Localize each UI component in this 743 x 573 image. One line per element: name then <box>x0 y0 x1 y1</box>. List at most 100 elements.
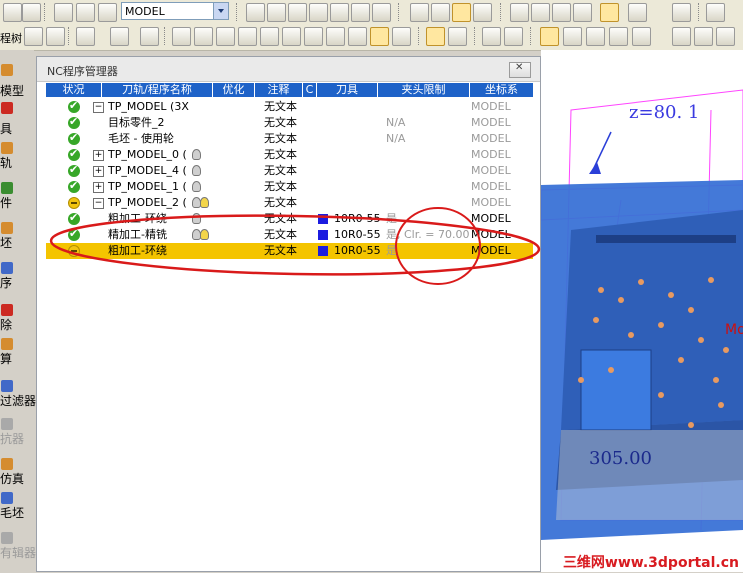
settings-icon[interactable] <box>716 27 735 46</box>
col-name[interactable]: 刀轨/程序名称 <box>102 83 213 97</box>
col-coord[interactable]: 坐标系 <box>470 83 533 97</box>
coord-cell: MODEL <box>471 244 511 257</box>
section-icon[interactable] <box>672 3 691 22</box>
arrow-icon[interactable] <box>482 27 501 46</box>
select-icon[interactable] <box>76 27 95 46</box>
program-icon[interactable] <box>540 27 559 46</box>
path-6-icon[interactable] <box>370 27 389 46</box>
program-row[interactable]: + TP_MODEL_0 (无文本 MODEL <box>46 147 533 163</box>
open-icon[interactable] <box>3 3 22 22</box>
path-4-icon[interactable] <box>326 27 345 46</box>
box-icon[interactable] <box>600 3 619 22</box>
resource-item-compute[interactable]: 算 <box>0 338 34 378</box>
view-top-icon[interactable] <box>288 3 307 22</box>
view-bottom-icon[interactable] <box>372 3 391 22</box>
verify-icon[interactable] <box>194 27 213 46</box>
resource-item-model[interactable]: 模型 <box>0 64 34 104</box>
resource-item-filter[interactable]: 过滤器 <box>0 380 36 420</box>
program-row[interactable]: 毛坯 - 使用轮 无文本 N/A MODEL <box>46 131 533 147</box>
col-status[interactable]: 状况 <box>46 83 102 97</box>
view-left-icon[interactable] <box>330 3 349 22</box>
close-icon[interactable] <box>509 62 531 78</box>
list-icon[interactable] <box>392 27 411 46</box>
hidden-line-icon[interactable] <box>452 3 471 22</box>
col-comment[interactable]: 注释 <box>255 83 303 97</box>
resource-item-tool[interactable]: 具 <box>0 102 34 142</box>
nav-title: NC程序管理器 <box>47 65 118 78</box>
program-row[interactable]: 精加工-精铣 无文本 10R0-55 是, Clr. = 70.00MODEL <box>46 227 533 243</box>
simulate-icon[interactable] <box>238 27 257 46</box>
program-row[interactable]: 粗加工-环绕 无文本 10R0-55 是 MODEL <box>46 211 533 227</box>
view-combo[interactable]: MODEL <box>121 2 229 20</box>
filter-icon[interactable] <box>504 27 523 46</box>
measure-icon[interactable] <box>706 3 725 22</box>
view-iso-icon[interactable] <box>246 3 265 22</box>
path-3-icon[interactable] <box>304 27 323 46</box>
comment-cell: 无文本 <box>264 228 297 241</box>
save-icon[interactable] <box>22 3 41 22</box>
program-row[interactable]: 目标零件_2 无文本 N/A MODEL <box>46 115 533 131</box>
pointer-icon[interactable] <box>110 27 129 46</box>
machine-icon[interactable] <box>563 27 582 46</box>
program-row[interactable]: 粗加工-环绕 无文本 10R0-55 是 MODEL <box>46 243 533 259</box>
layer-icon[interactable] <box>76 3 95 22</box>
zoom-icon[interactable] <box>531 3 550 22</box>
pan-icon[interactable] <box>552 3 571 22</box>
delete-icon[interactable] <box>24 27 43 46</box>
rotate-icon[interactable] <box>573 3 592 22</box>
column-header: 状况 刀轨/程序名称 优化 注释 C 刀具 夹头限制 坐标系 <box>46 83 533 97</box>
info-icon[interactable] <box>632 27 651 46</box>
edge-icon[interactable] <box>473 3 492 22</box>
col-clamp[interactable]: 夹头限制 <box>378 83 470 97</box>
toolbar-separator <box>164 27 167 45</box>
cut-icon[interactable] <box>46 27 65 46</box>
program-row[interactable]: −TP_MODEL (3X 无文本 MODEL <box>46 99 533 115</box>
replay-icon[interactable] <box>216 27 235 46</box>
blank-icon <box>1 222 13 234</box>
resource-item-stock[interactable]: 毛坯 <box>0 492 34 532</box>
toolbar-separator <box>530 27 533 45</box>
resource-item-sequence[interactable]: 序 <box>0 262 34 302</box>
generate-icon[interactable] <box>172 27 191 46</box>
col-tool[interactable]: 刀具 <box>317 83 378 97</box>
tool-icon[interactable] <box>672 27 691 46</box>
view-front-icon[interactable] <box>267 3 286 22</box>
col-c[interactable]: C <box>303 83 317 97</box>
path-2-icon[interactable] <box>282 27 301 46</box>
resource-item-part[interactable]: 件 <box>0 182 34 222</box>
program-row[interactable]: + TP_MODEL_4 (无文本 MODEL <box>46 163 533 179</box>
solid-icon[interactable] <box>628 3 647 22</box>
tool-cell: 10R0-55 <box>334 212 381 225</box>
clamp-cell: 是, Clr. = 70.00 <box>386 228 470 241</box>
view-right-icon[interactable] <box>309 3 328 22</box>
cursor-icon[interactable] <box>426 27 445 46</box>
wire-icon[interactable] <box>431 3 450 22</box>
view-back-icon[interactable] <box>351 3 370 22</box>
collapse-icon[interactable]: − <box>93 198 104 209</box>
resource-item-blank[interactable]: 坯 <box>0 222 34 262</box>
zoom-fit-icon[interactable] <box>510 3 529 22</box>
resource-item-editor[interactable]: 有辑器 <box>0 532 36 572</box>
graphics-viewport[interactable]: z=80. 1 305.00 Mo <box>541 50 743 572</box>
resource-item-toolpath[interactable]: 轨 <box>0 142 34 182</box>
program-row[interactable]: + TP_MODEL_1 (无文本 MODEL <box>46 179 533 195</box>
path-icon[interactable] <box>260 27 279 46</box>
comment-cell: 无文本 <box>264 148 297 161</box>
col-optimize[interactable]: 优化 <box>213 83 255 97</box>
copy-icon[interactable] <box>54 3 73 22</box>
program-row[interactable]: − TP_MODEL_2 (无文本 MODEL <box>46 195 533 211</box>
ban-icon[interactable] <box>140 27 159 46</box>
collapse-icon[interactable]: − <box>93 102 104 113</box>
edit-icon[interactable] <box>694 27 713 46</box>
expand-icon[interactable]: + <box>93 150 104 161</box>
table-icon[interactable] <box>586 27 605 46</box>
expand-icon[interactable]: + <box>93 166 104 177</box>
path-5-icon[interactable] <box>348 27 367 46</box>
grid-icon[interactable] <box>98 3 117 22</box>
method-icon[interactable] <box>609 27 628 46</box>
expand-icon[interactable]: + <box>93 182 104 193</box>
chevron-down-icon[interactable] <box>213 3 228 19</box>
coord-cell: MODEL <box>471 212 511 225</box>
cursor-2-icon[interactable] <box>448 27 467 46</box>
shade-icon[interactable] <box>410 3 429 22</box>
